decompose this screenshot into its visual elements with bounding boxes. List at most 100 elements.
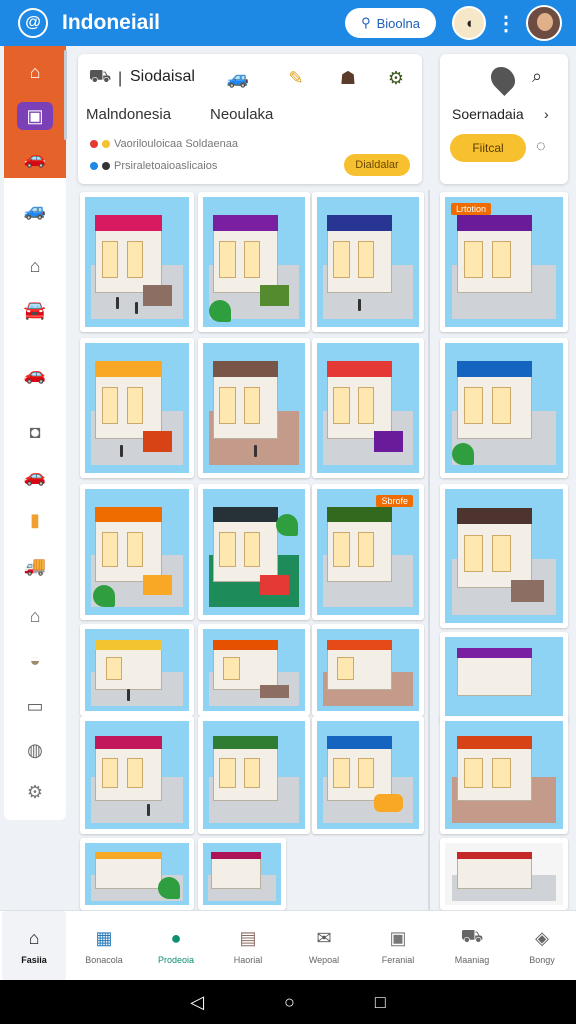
recents-icon[interactable]: □ (375, 992, 386, 1013)
info-row: Prsiraletoaioaslicaios (90, 160, 217, 172)
store-image (445, 343, 563, 473)
store-tile[interactable] (198, 624, 310, 716)
nav-label: Haorial (233, 955, 263, 965)
sidebar-item-home-icon[interactable]: ⌂ (17, 252, 53, 280)
nav-item-mail[interactable]: ✉ Wepoal (292, 911, 356, 981)
store-tile[interactable] (440, 838, 568, 910)
store-image: Lrtotion (445, 197, 563, 327)
chat-icon[interactable]: ◌ (536, 138, 546, 156)
store-tile[interactable] (198, 838, 286, 910)
sidebar-item-truck-icon[interactable]: 🚚 (17, 552, 53, 580)
store-tile[interactable]: Lrtotion (440, 192, 568, 332)
location-pin-icon[interactable] (486, 62, 520, 96)
status-dot-icon (90, 140, 98, 148)
sidebar-item-car-icon[interactable]: 🚗 (17, 360, 53, 388)
store-image (85, 629, 189, 711)
title-separator: | (118, 70, 123, 87)
region-label: Neoulaka (210, 106, 274, 123)
sidebar-scrollbar[interactable] (64, 50, 67, 140)
store-tile[interactable] (198, 716, 310, 834)
store-image (203, 197, 305, 327)
tools-icon[interactable]: ✎ (282, 66, 310, 90)
store-image (85, 489, 189, 615)
home-icon: ⌂ (28, 927, 40, 948)
store-tile[interactable] (198, 338, 310, 478)
mascot-avatar[interactable]: ◖ (452, 6, 486, 40)
calendar-icon: ▦ (95, 927, 113, 948)
nav-item-calendar[interactable]: ▦ Bonacola (72, 911, 136, 981)
back-icon[interactable]: ◁ (190, 992, 204, 1013)
sidebar-item-camera-icon[interactable]: ◘ (17, 418, 53, 446)
store-image (317, 197, 419, 327)
nav-label: Wepoal (308, 955, 340, 965)
nav-item-tag[interactable]: ◈ Bongy (510, 911, 574, 981)
store-tile[interactable] (80, 624, 194, 716)
truck-icon[interactable]: ⛟ (86, 66, 114, 90)
profile-avatar[interactable] (526, 5, 562, 41)
person-icon: ⚲ (361, 15, 371, 30)
car-icon: ⛟ (460, 926, 484, 946)
worker-icon[interactable]: ☗ (334, 66, 362, 90)
sidebar-item-tablet-icon[interactable]: ▣ (17, 102, 53, 130)
store-tile[interactable] (440, 632, 568, 722)
status-dot-icon (90, 162, 98, 170)
store-tile[interactable] (312, 624, 424, 716)
sidebar-item-car-icon[interactable]: 🚗 (17, 462, 53, 490)
app-logo-icon[interactable]: @ (18, 8, 48, 38)
menu-dots-icon[interactable]: ⋮ (496, 11, 516, 36)
sidebar-item-gear-icon[interactable]: ⚙ (17, 778, 53, 806)
store-tile[interactable] (80, 192, 194, 332)
shop-icon: ▤ (239, 927, 257, 948)
search-icon[interactable]: ⌕ (532, 66, 542, 87)
sidebar-item-bowl-icon[interactable]: ◒ (17, 646, 53, 674)
nav-label: Prodeoia (157, 955, 195, 965)
store-tile[interactable]: Sbrofe (312, 484, 424, 620)
store-tile[interactable] (198, 192, 310, 332)
header-account-button[interactable]: ⚲ Bioolna (345, 8, 436, 38)
store-tile[interactable] (312, 192, 424, 332)
nav-item-car[interactable]: ⛟ Maaniag (440, 911, 504, 981)
tag-icon: ◈ (535, 927, 549, 948)
sidebar-item-house-icon[interactable]: ⌂ (17, 602, 53, 630)
filter-button[interactable]: Fiitcal (450, 134, 526, 162)
store-image (445, 489, 563, 623)
store-tile[interactable] (80, 484, 194, 620)
store-tile[interactable] (440, 338, 568, 478)
store-tile[interactable] (80, 338, 194, 478)
store-tag-badge: Lrtotion (451, 203, 492, 215)
sidebar-item-car-icon[interactable]: 🚙 (17, 196, 53, 224)
store-tile[interactable] (312, 716, 424, 834)
sidebar-item-car-icon[interactable]: 🚗 (17, 144, 53, 172)
details-button[interactable]: Dialdalar (344, 154, 410, 176)
store-image (317, 343, 419, 473)
store-image (85, 197, 189, 327)
store-image (445, 843, 563, 905)
info-row-text: Vaorilouloicaa Soldaenaa (114, 138, 238, 150)
gear-icon[interactable]: ⚙ (382, 66, 410, 90)
home-circle-icon[interactable]: ○ (284, 992, 295, 1013)
nav-item-shop[interactable]: ▤ Haorial (216, 911, 280, 981)
store-tile[interactable] (198, 484, 310, 620)
chevron-right-icon[interactable]: › (544, 106, 549, 122)
nav-item-chat[interactable]: ● Prodeoia (144, 911, 208, 981)
sidebar-item-document-icon[interactable]: ▭ (17, 692, 53, 720)
store-tile[interactable] (440, 484, 568, 628)
store-image (85, 721, 189, 829)
car-icon[interactable]: 🚙 (224, 66, 252, 90)
store-tile[interactable] (312, 338, 424, 478)
store-image (317, 721, 419, 829)
location-label: Malndonesia (86, 106, 172, 123)
nav-item-receipt[interactable]: ▣ Feranial (366, 911, 430, 981)
sidebar-item-card-icon[interactable]: ▮ (17, 506, 53, 534)
store-tile[interactable] (80, 838, 194, 910)
sidebar-item-globe-icon[interactable]: ◍ (17, 736, 53, 764)
sidebar-item-car-icon[interactable]: 🚘 (17, 296, 53, 324)
nav-item-home[interactable]: ⌂ Fasiia (2, 911, 66, 981)
store-tag-badge: Sbrofe (376, 495, 413, 507)
store-image (445, 721, 563, 829)
store-image (203, 489, 305, 615)
nav-label: Fasiia (21, 955, 47, 965)
store-tile[interactable] (440, 716, 568, 834)
store-tile[interactable] (80, 716, 194, 834)
sidebar-item-shop-icon[interactable]: ⌂ (17, 58, 53, 86)
